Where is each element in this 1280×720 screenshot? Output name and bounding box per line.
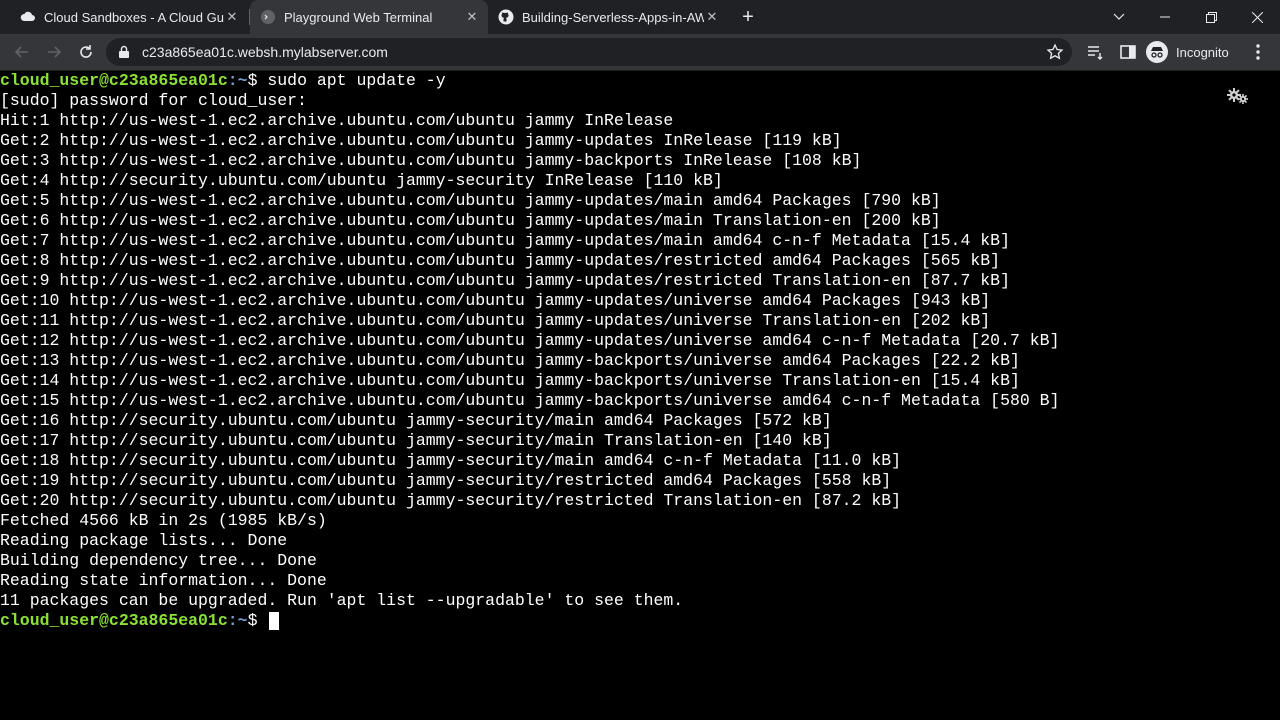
new-tab-button[interactable]: +	[736, 5, 760, 29]
close-tab-icon[interactable]: ✕	[464, 9, 480, 25]
output-line: Hit:1 http://us-west-1.ec2.archive.ubunt…	[0, 111, 674, 130]
output-line: Get:9 http://us-west-1.ec2.archive.ubunt…	[0, 271, 1010, 290]
output-line: Get:15 http://us-west-1.ec2.archive.ubun…	[0, 391, 1060, 410]
output-line: Get:16 http://security.ubuntu.com/ubuntu…	[0, 411, 832, 430]
browser-toolbar: c23a865ea01c.websh.mylabserver.com	[0, 34, 1280, 71]
tab-bar: Cloud Sandboxes - A Cloud Guru ✕ Playgro…	[0, 0, 1280, 34]
prompt-user: cloud_user@c23a865ea01c	[0, 71, 228, 90]
url-text: c23a865ea01c.websh.mylabserver.com	[142, 44, 388, 60]
lock-icon[interactable]	[118, 45, 130, 59]
tab-title: Playground Web Terminal	[284, 9, 433, 25]
bookmark-star-icon[interactable]	[1046, 43, 1064, 61]
output-line: 11 packages can be upgraded. Run 'apt li…	[0, 591, 684, 610]
settings-gear-icon[interactable]	[1226, 87, 1250, 105]
terminal-cursor	[269, 611, 280, 630]
output-line: Get:7 http://us-west-1.ec2.archive.ubunt…	[0, 231, 1010, 250]
github-icon	[498, 9, 514, 25]
prompt-path: :~	[227, 611, 248, 630]
output-line: Get:4 http://security.ubuntu.com/ubuntu …	[0, 171, 723, 190]
prompt-user: cloud_user@c23a865ea01c	[0, 611, 228, 630]
command-text: sudo apt update -y	[267, 71, 446, 90]
terminal-icon	[261, 10, 275, 24]
prompt-symbol: $	[247, 71, 268, 90]
output-line: Get:13 http://us-west-1.ec2.archive.ubun…	[0, 351, 1020, 370]
command-line: cloud_user@c23a865ea01c:~$ sudo apt upda…	[0, 71, 446, 91]
tab-building-serverless-apps[interactable]: Building-Serverless-Apps-in-AWS ✕	[488, 0, 728, 34]
output-line: Get:5 http://us-west-1.ec2.archive.ubunt…	[0, 191, 941, 210]
output-line: Get:8 http://us-west-1.ec2.archive.ubunt…	[0, 251, 1001, 270]
close-tab-icon[interactable]: ✕	[224, 9, 240, 25]
output-line: Building dependency tree... Done	[0, 551, 317, 570]
output-line: Get:10 http://us-west-1.ec2.archive.ubun…	[0, 291, 991, 310]
restore-icon[interactable]	[1188, 0, 1234, 34]
incognito-label: Incognito	[1176, 44, 1229, 60]
minimize-icon[interactable]	[1142, 0, 1188, 34]
cloud-icon	[20, 11, 35, 21]
output-line: Fetched 4566 kB in 2s (1985 kB/s)	[0, 511, 327, 530]
prompt-line[interactable]: cloud_user@c23a865ea01c:~$	[0, 611, 280, 631]
output-line: Get:6 http://us-west-1.ec2.archive.ubunt…	[0, 211, 941, 230]
close-window-icon[interactable]	[1234, 0, 1280, 34]
output-line: Get:18 http://security.ubuntu.com/ubuntu…	[0, 451, 902, 470]
output-line: Get:12 http://us-west-1.ec2.archive.ubun…	[0, 331, 1060, 350]
tab-cloud-sandboxes[interactable]: Cloud Sandboxes - A Cloud Guru ✕	[8, 0, 248, 34]
reading-list-icon[interactable]	[1082, 38, 1110, 66]
output-line: Get:17 http://security.ubuntu.com/ubuntu…	[0, 431, 832, 450]
output-line: Reading package lists... Done	[0, 531, 288, 550]
close-tab-icon[interactable]: ✕	[704, 9, 720, 25]
output-line: Get:19 http://security.ubuntu.com/ubuntu…	[0, 471, 892, 490]
output-line: Get:20 http://security.ubuntu.com/ubuntu…	[0, 491, 902, 510]
prompt-symbol: $	[247, 611, 268, 630]
output-line: Get:3 http://us-west-1.ec2.archive.ubunt…	[0, 151, 862, 170]
incognito-profile-button[interactable]: Incognito	[1146, 38, 1229, 66]
tab-playground-web-terminal[interactable]: Playground Web Terminal ✕	[250, 0, 488, 34]
output-line: [sudo] password for cloud_user:	[0, 91, 307, 110]
reload-button[interactable]	[72, 38, 100, 66]
tab-title: Cloud Sandboxes - A Cloud Guru	[44, 9, 224, 25]
output-line: Get:2 http://us-west-1.ec2.archive.ubunt…	[0, 131, 842, 150]
incognito-icon	[1146, 41, 1168, 63]
forward-button[interactable]	[40, 38, 68, 66]
output-line: Reading state information... Done	[0, 571, 327, 590]
tab-search-icon[interactable]	[1096, 0, 1142, 34]
tab-title: Building-Serverless-Apps-in-AWS	[522, 9, 704, 25]
side-panel-icon[interactable]	[1114, 38, 1142, 66]
output-line: Get:14 http://us-west-1.ec2.archive.ubun…	[0, 371, 1020, 390]
prompt-path: :~	[227, 71, 248, 90]
address-bar[interactable]: c23a865ea01c.websh.mylabserver.com	[106, 38, 1072, 66]
web-terminal[interactable]: cloud_user@c23a865ea01c:~$ sudo apt upda…	[0, 71, 1280, 720]
back-button[interactable]	[8, 38, 36, 66]
output-line: Get:11 http://us-west-1.ec2.archive.ubun…	[0, 311, 991, 330]
more-menu-icon[interactable]	[1244, 38, 1272, 66]
